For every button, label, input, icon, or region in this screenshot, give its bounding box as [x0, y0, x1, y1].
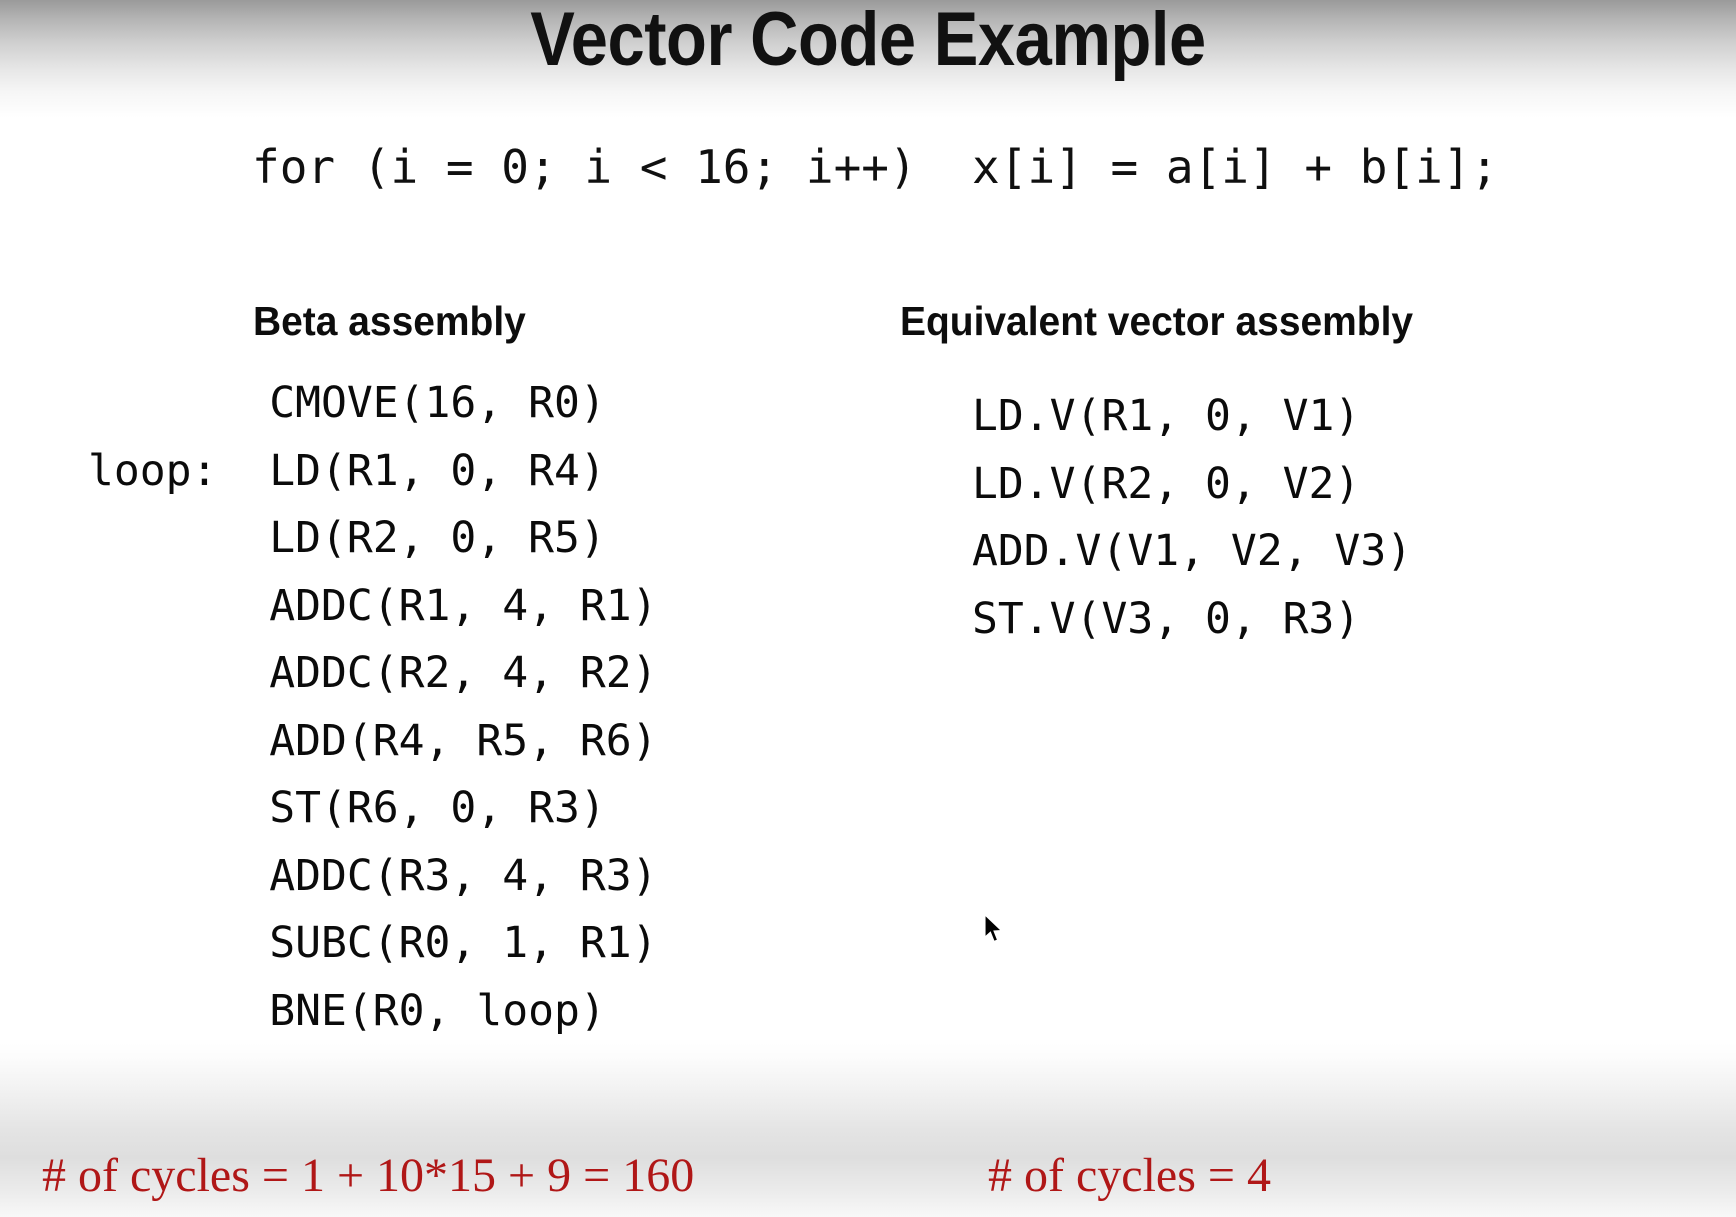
- vector-assembly-code-block: LD.V(R1, 0, V1) LD.V(R2, 0, V2) ADD.V(V1, …: [972, 383, 1412, 653]
- mouse-pointer-icon: [984, 914, 1003, 943]
- beta-assembly-line: loop: LD(R1, 0, R4): [88, 445, 606, 496]
- vector-assembly-line: LD.V(R1, 0, V1): [972, 391, 1361, 441]
- beta-assembly-line: ST(R6, 0, R3): [88, 783, 606, 833]
- slide-canvas: Vector Code Example for (i = 0; i < 16; …: [0, 0, 1736, 1217]
- beta-assembly-line: BNE(R0, loop): [88, 985, 606, 1036]
- vector-assembly-line: LD.V(R2, 0, V2): [972, 458, 1361, 509]
- vector-cycle-count: # of cycles = 4: [988, 1149, 1271, 1202]
- beta-assembly-line: ADDC(R1, 4, R1): [88, 580, 658, 631]
- beta-assembly-line: LD(R2, 0, R5): [88, 513, 606, 563]
- vector-assembly-line: ADD.V(V1, V2, V3): [972, 526, 1413, 576]
- beta-assembly-code-block: CMOVE(16, R0) loop: LD(R1, 0, R4) LD(R2, …: [88, 370, 658, 1045]
- beta-assembly-line: ADDC(R3, 4, R3): [88, 850, 658, 901]
- beta-assembly-line: ADD(R4, R5, R6): [88, 715, 658, 766]
- beta-assembly-line: CMOVE(16, R0): [88, 378, 606, 428]
- page-title: Vector Code Example: [530, 0, 1206, 82]
- beta-assembly-header: Beta assembly: [253, 298, 526, 344]
- vector-assembly-header: Equivalent vector assembly: [900, 298, 1414, 344]
- beta-assembly-line: ADDC(R2, 4, R2): [88, 648, 658, 698]
- beta-assembly-line: SUBC(R0, 1, R1): [88, 918, 658, 968]
- beta-cycle-count: # of cycles = 1 + 10*15 + 9 = 160: [42, 1149, 695, 1202]
- c-source-code-line: for (i = 0; i < 16; i++) x[i] = a[i] + b…: [252, 140, 1499, 194]
- vector-assembly-line: ST.V(V3, 0, R3): [972, 593, 1361, 644]
